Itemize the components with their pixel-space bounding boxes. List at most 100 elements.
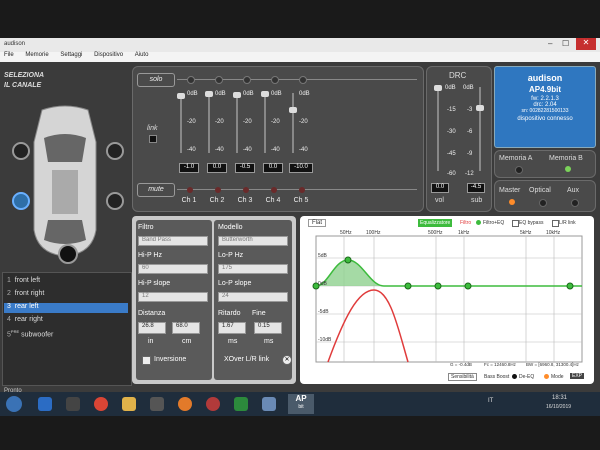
close-button[interactable]: ✕ [576,38,596,50]
menu-settaggi[interactable]: Settaggi [60,52,82,58]
db-40-ch5: -40 [299,147,308,153]
mute-led-ch4[interactable] [271,187,277,193]
red-app-icon[interactable] [206,397,220,411]
mute-led-ch3[interactable] [243,187,249,193]
eq-panel: Flat Equalizzatore Filtro Filtro+EQ EQ b… [300,216,594,384]
eq-graph[interactable]: 50Hz 100Hz 500Hz 1kHz 5kHz 10kHz 5dB 0dB… [304,228,590,370]
modello-select[interactable]: Butterworth [218,236,288,246]
fine-input[interactable]: 0.15 [254,322,282,334]
channel-row-1[interactable]: 1 front left [7,277,127,287]
minimize-button[interactable]: – [548,39,560,49]
terminal-icon[interactable] [150,397,164,411]
lr-link-checkbox[interactable] [552,220,559,227]
media-icon[interactable] [66,397,80,411]
firefox-icon[interactable] [178,397,192,411]
db-40-ch3: -40 [243,147,252,153]
menu-file[interactable]: File [4,52,14,58]
taskbar-app-label-1: AP [295,394,307,403]
source-aux-led[interactable] [571,199,579,207]
fader-track-ch5[interactable] [292,93,294,153]
link-checkbox[interactable] [149,135,157,143]
speaker-front-left-icon[interactable] [12,142,30,160]
drc-vol-track[interactable] [437,87,439,171]
app-icon-green[interactable] [234,397,248,411]
source-optical-led[interactable] [539,199,547,207]
channel-row-3-selected[interactable]: 3 rear left [4,303,128,313]
fader-value-ch4[interactable]: 0.0 [263,163,283,173]
solo-led-ch2[interactable] [215,76,223,84]
channel-row-2[interactable]: 2 front right [7,290,127,300]
xover-link-toggle[interactable]: ✕ [282,355,292,365]
memory-a-led[interactable] [515,166,523,174]
drc-vol-value[interactable]: 0.0 [431,183,449,193]
channel-row-4[interactable]: 4 rear right [7,316,127,326]
start-button[interactable] [6,396,22,412]
ritardo-input[interactable]: 1.67 [218,322,246,334]
ie-icon[interactable] [38,397,52,411]
select-title-2: IL CANALE [4,82,42,89]
folder-icon[interactable] [122,397,136,411]
app-icon-blue[interactable] [262,397,276,411]
speaker-front-right-icon[interactable] [106,142,124,160]
lp-slope-select[interactable]: 24 [218,292,288,302]
fader-value-ch5[interactable]: -10.0 [289,163,313,173]
fader-knob-ch2[interactable] [205,91,213,97]
language-indicator[interactable]: IT [488,398,493,404]
lp-hz-select[interactable]: 175 [218,264,288,274]
de-eq-led[interactable] [512,374,517,379]
fader-track-ch3[interactable] [236,93,238,153]
hp-hz-select[interactable]: 60 [138,264,208,274]
eq-bypass-checkbox[interactable] [512,220,519,227]
source-panel: Master Optical Aux [494,180,596,212]
mute-led-ch5[interactable] [299,187,305,193]
audison-taskbar-button[interactable]: AP bit [288,394,314,414]
speaker-rear-right-icon[interactable] [106,192,124,210]
fader-value-ch3[interactable]: -0.5 [235,163,255,173]
mute-led-ch1[interactable] [187,187,193,193]
subwoofer-icon[interactable] [58,244,78,264]
drc-sub-value[interactable]: -4.5 [467,183,485,193]
fader-value-ch1[interactable]: -1.0 [179,163,199,173]
sensibilita-button[interactable]: Sensibilità [448,373,477,381]
hp-slope-select[interactable]: 12 [138,292,208,302]
solo-led-ch4[interactable] [271,76,279,84]
fader-knob-ch1[interactable] [177,93,185,99]
filtro-select[interactable]: Band Pass [138,236,208,246]
source-master-led[interactable] [509,199,515,205]
inversione-checkbox[interactable] [142,356,151,365]
exp-button[interactable]: EXP [570,373,585,379]
speaker-rear-left-icon[interactable] [12,192,30,210]
equalizzatore-button[interactable]: Equalizzatore [418,219,453,227]
fader-knob-ch4[interactable] [261,91,269,97]
fader-track-ch2[interactable] [208,93,210,153]
eq-flat-button[interactable]: Flat [308,219,327,227]
drc-vol-knob[interactable] [434,85,442,91]
menu-memorie[interactable]: Memorie [25,52,48,58]
filtro-eq-radio[interactable] [476,220,481,225]
solo-button[interactable]: solo [137,73,175,87]
freq-label-4: 5kHz [520,230,532,236]
device-info-box: audison AP4.9bit fw: 2.2.1.3 drc: 2.04 s… [494,66,596,148]
distance-cm-input[interactable]: 68.0 [172,322,200,334]
drc-sub-track[interactable] [479,87,481,171]
memory-b-led[interactable] [565,166,571,172]
mode-led[interactable] [544,374,549,379]
menu-aiuto[interactable]: Aiuto [135,52,149,58]
maximize-button[interactable]: ☐ [562,39,574,49]
fader-track-ch1[interactable] [180,93,182,153]
drc-sub-knob[interactable] [476,105,484,111]
distance-in-input[interactable]: 26.8 [138,322,166,334]
fader-knob-ch5[interactable] [289,107,297,113]
fader-value-ch2[interactable]: 0.0 [207,163,227,173]
menu-dispositivo[interactable]: Dispositivo [94,52,123,58]
solo-led-ch1[interactable] [187,76,195,84]
fader-knob-ch3[interactable] [233,92,241,98]
chrome-icon[interactable] [94,397,108,411]
drc-right-1: -3 [467,107,473,113]
mute-button[interactable]: mute [137,183,175,197]
fader-track-ch4[interactable] [264,93,266,153]
solo-led-ch3[interactable] [243,76,251,84]
solo-led-ch5[interactable] [299,76,307,84]
channel-row-5[interactable]: 5PRE subwoofer [7,329,127,339]
mute-led-ch2[interactable] [215,187,221,193]
